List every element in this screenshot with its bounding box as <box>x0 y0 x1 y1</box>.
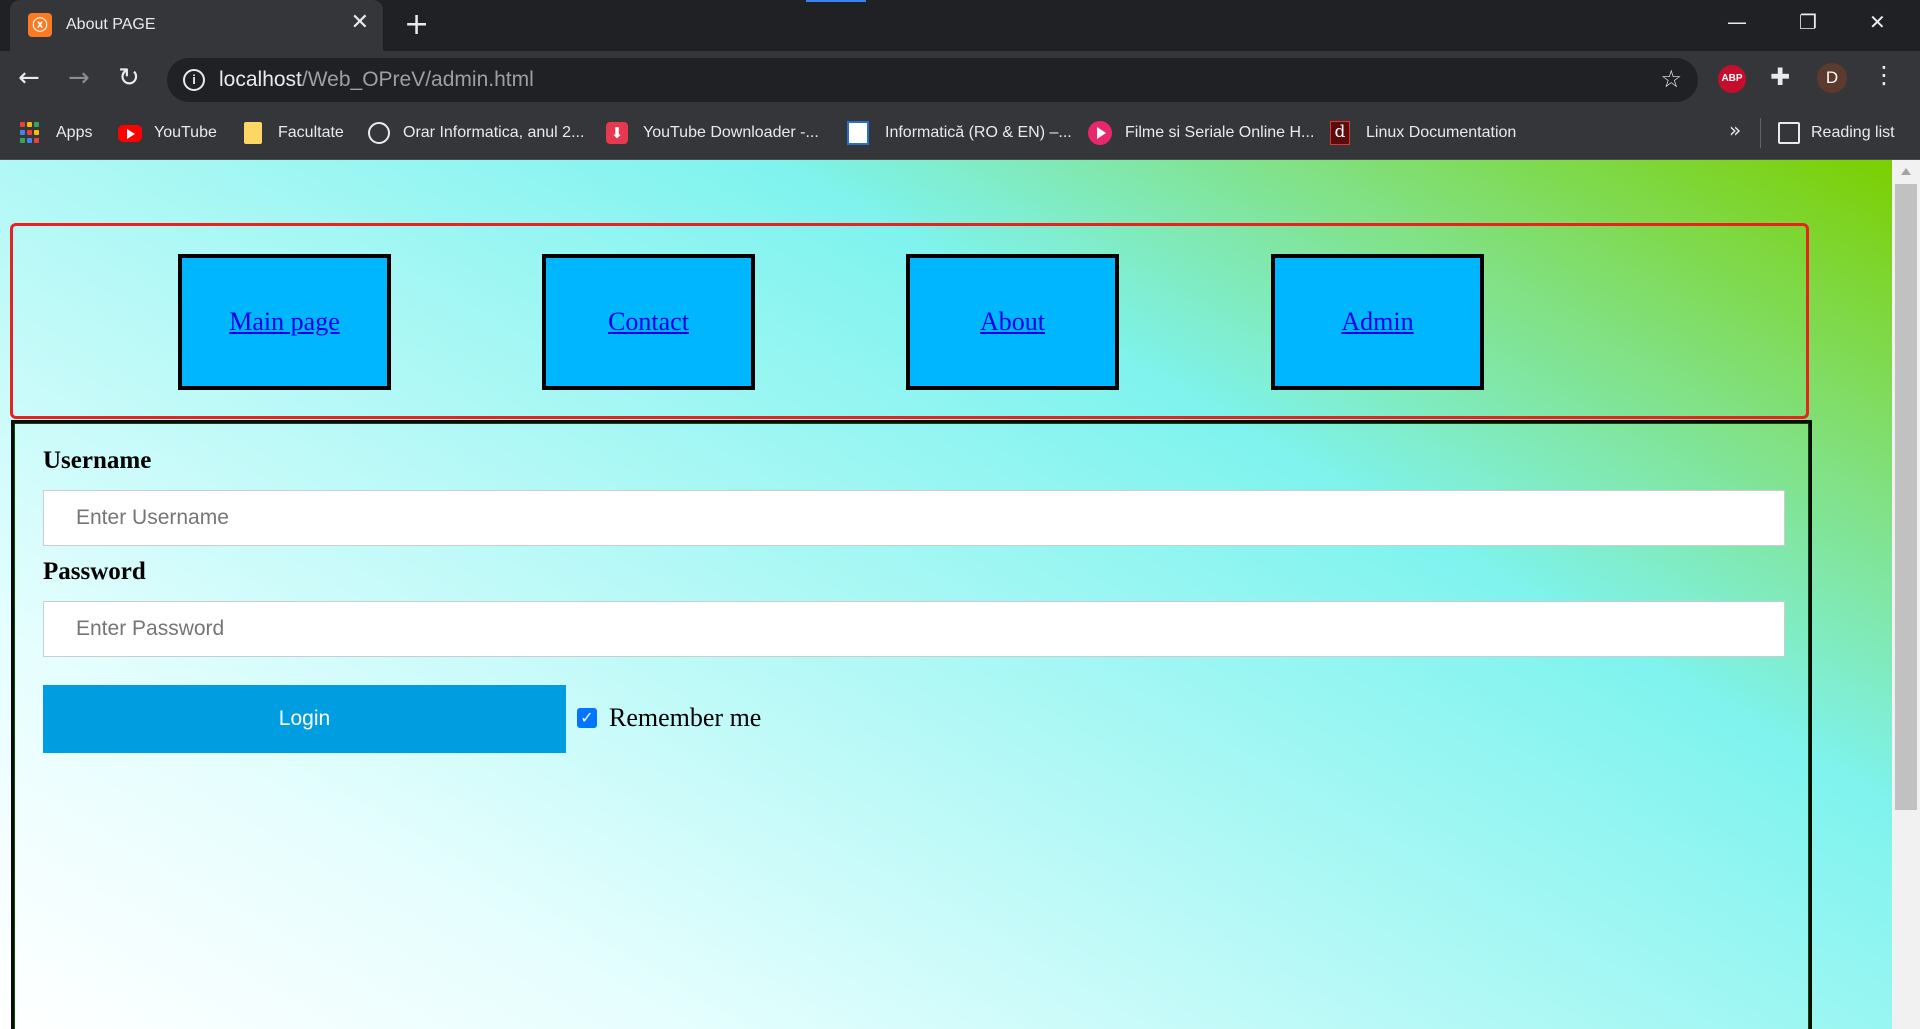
close-tab-icon[interactable]: ✕ <box>351 11 369 35</box>
xampp-icon: ⓧ <box>28 13 52 37</box>
reload-icon[interactable]: ↻ <box>118 63 140 93</box>
linux-doc-icon: d <box>1330 121 1350 145</box>
nav-button-contact[interactable]: Contact <box>542 254 755 390</box>
remember-me-label[interactable]: Remember me <box>609 703 761 733</box>
globe-icon <box>368 122 390 144</box>
scrollbar-thumb[interactable] <box>1895 184 1917 810</box>
close-window-button[interactable]: ✕ <box>1869 10 1886 34</box>
university-icon <box>847 121 869 145</box>
play-icon <box>1088 121 1112 145</box>
bookmark-label: Apps <box>56 124 93 141</box>
tab-strip: ⓧ About PAGE ✕ + — ❐ ✕ <box>0 0 1920 51</box>
forward-arrow-icon[interactable]: → <box>68 63 90 93</box>
vertical-scrollbar[interactable] <box>1892 160 1920 1029</box>
nav-link-about[interactable]: About <box>910 307 1115 337</box>
restore-button[interactable]: ❐ <box>1799 10 1817 34</box>
browser-toolbar: ← → ↻ i localhost/Web_OPreV/admin.html ☆… <box>0 51 1920 108</box>
page-viewport: Main page Contact About Admin Username P… <box>0 160 1892 1029</box>
login-form: Username Password Login ✓ Remember me <box>11 420 1812 1029</box>
address-bar[interactable]: i localhost/Web_OPreV/admin.html ☆ <box>167 58 1698 102</box>
minimize-button[interactable]: — <box>1727 10 1747 34</box>
bookmarks-divider <box>1760 118 1761 148</box>
bookmark-star-icon[interactable]: ☆ <box>1660 65 1682 93</box>
menu-kebab-icon[interactable]: ⋮ <box>1872 61 1896 89</box>
profile-avatar[interactable]: D <box>1817 63 1847 93</box>
navigation-box: Main page Contact About Admin <box>10 223 1809 419</box>
bookmark-label: YouTube <box>154 124 217 141</box>
username-label: Username <box>43 447 152 474</box>
nav-button-about[interactable]: About <box>906 254 1119 390</box>
folder-icon <box>244 122 262 144</box>
extensions-puzzle-icon[interactable]: ✚ <box>1770 63 1790 91</box>
adblock-plus-icon[interactable]: ABP <box>1718 65 1746 93</box>
url-host: localhost <box>219 68 302 91</box>
new-tab-button[interactable]: + <box>404 8 429 42</box>
bookmark-label: Informatică (RO & EN) –... <box>885 124 1072 141</box>
tab-indicator <box>806 0 866 2</box>
youtube-icon <box>118 125 142 142</box>
bookmark-label: Filme si Seriale Online H... <box>1125 124 1315 141</box>
bookmark-label: Orar Informatica, anul 2... <box>403 124 585 141</box>
reading-list-icon[interactable] <box>1778 122 1800 144</box>
bookmarks-bar: Apps YouTube Facultate Orar Informatica,… <box>0 108 1920 160</box>
login-button[interactable]: Login <box>43 685 566 753</box>
username-input[interactable] <box>43 490 1785 546</box>
reading-list-label[interactable]: Reading list <box>1811 120 1895 146</box>
bookmark-label: Linux Documentation <box>1366 124 1517 141</box>
nav-button-main-page[interactable]: Main page <box>178 254 391 390</box>
bookmark-label: YouTube Downloader -... <box>643 124 819 141</box>
nav-link-admin[interactable]: Admin <box>1275 307 1480 337</box>
nav-link-main-page[interactable]: Main page <box>182 307 387 337</box>
download-icon: ⬇ <box>606 122 628 144</box>
tab-title: About PAGE <box>66 16 156 33</box>
bookmark-label: Facultate <box>278 124 344 141</box>
nav-link-contact[interactable]: Contact <box>546 307 751 337</box>
scroll-up-arrow-icon[interactable] <box>1901 168 1911 175</box>
password-label: Password <box>43 558 146 585</box>
url-path: /Web_OPreV/admin.html <box>301 68 534 91</box>
url-text[interactable]: localhost/Web_OPreV/admin.html <box>219 68 534 92</box>
more-bookmarks-chevron-icon[interactable]: » <box>1729 118 1741 142</box>
password-input[interactable] <box>43 601 1785 657</box>
remember-me-checkbox[interactable]: ✓ <box>577 708 597 728</box>
back-arrow-icon[interactable]: ← <box>18 63 40 93</box>
info-icon[interactable]: i <box>183 69 205 91</box>
apps-grid-icon <box>20 122 42 144</box>
active-tab[interactable]: ⓧ About PAGE ✕ <box>10 0 383 51</box>
nav-button-admin[interactable]: Admin <box>1271 254 1484 390</box>
